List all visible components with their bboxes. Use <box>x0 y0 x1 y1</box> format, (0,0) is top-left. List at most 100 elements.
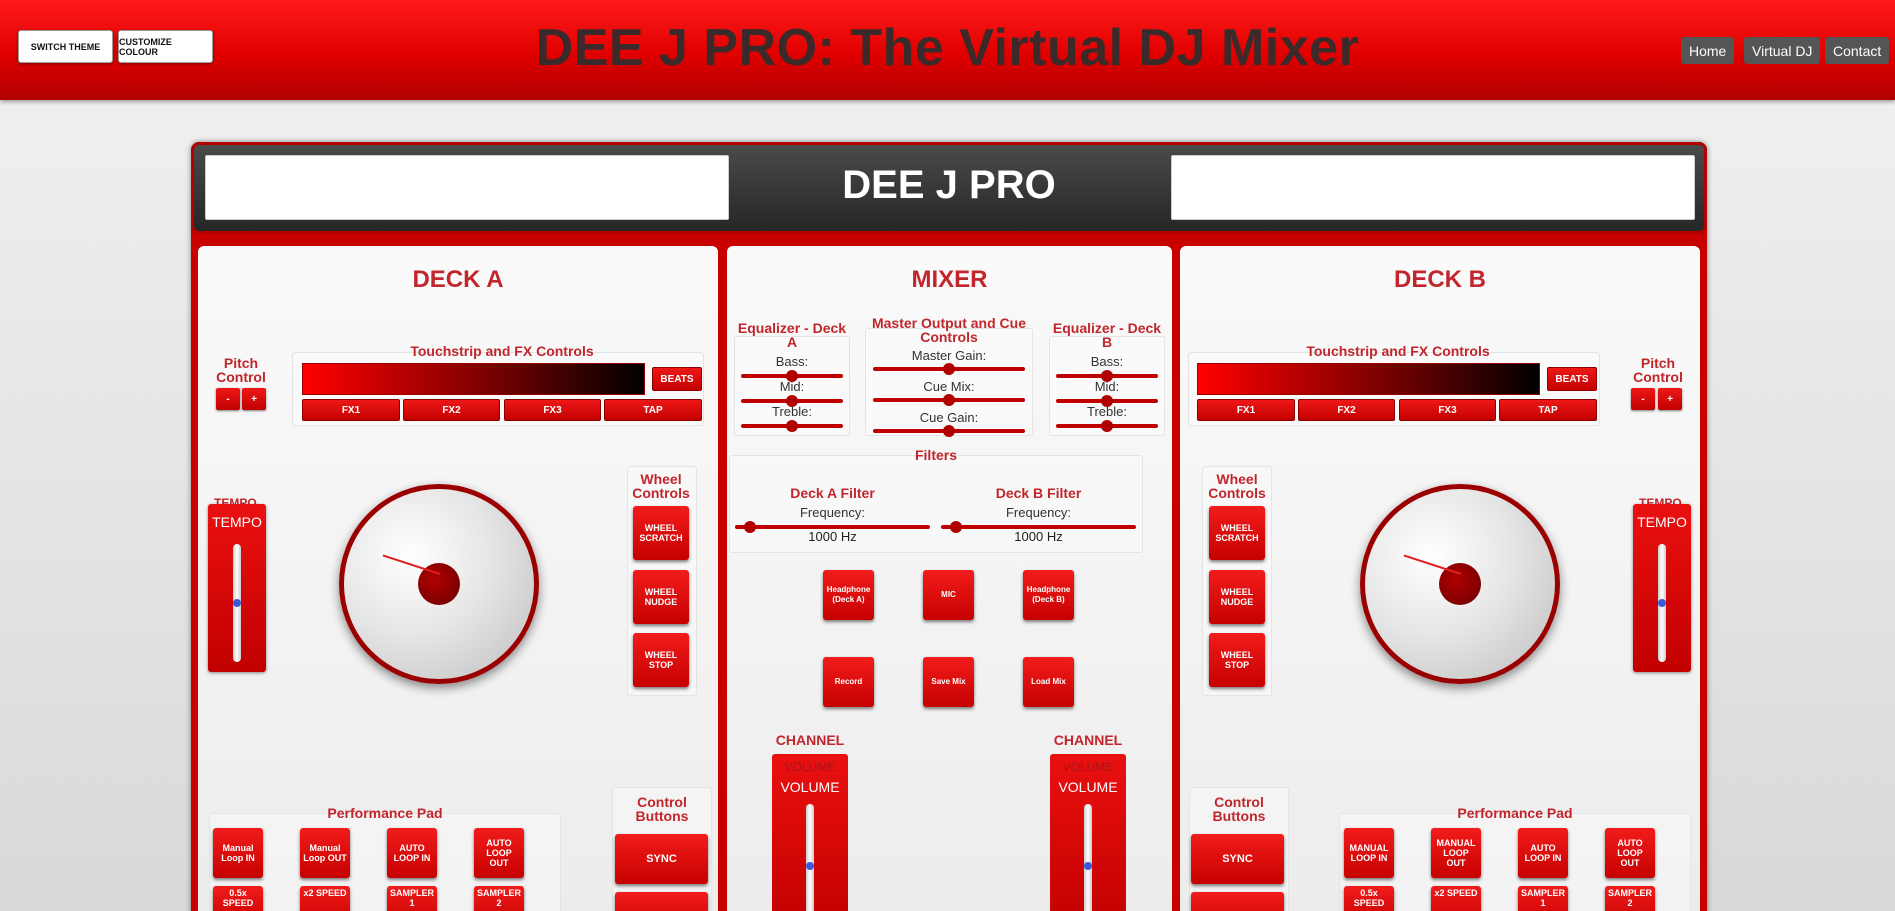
headphone-deck-a-button[interactable]: Headphone (Deck A) <box>823 570 874 620</box>
mixer-title: MIXER <box>911 266 988 293</box>
deck-a-pad-half-speed[interactable]: 0.5x SPEED <box>213 886 263 911</box>
deck-b-pad-auto-loop-in[interactable]: AUTO LOOP IN <box>1518 828 1568 878</box>
deck-b-fx2-button[interactable]: FX2 <box>1298 399 1395 421</box>
deck-a-pad-sampler-2[interactable]: SAMPLER 2 <box>474 886 524 911</box>
eq-b-bass-slider[interactable] <box>1056 370 1158 382</box>
deck-a-tempo-thumb[interactable] <box>233 599 241 607</box>
deck-b-pad-sampler-2[interactable]: SAMPLER 2 <box>1605 886 1655 911</box>
deck-b-wheel-stop-button[interactable]: WHEEL STOP <box>1209 633 1265 687</box>
deck-a-pitch-plus-button[interactable]: + <box>242 388 266 410</box>
deck-b-beats-button[interactable]: BEATS <box>1547 367 1597 391</box>
deck-a-filter-label: Deck A Filter <box>790 485 875 501</box>
master-gain-slider[interactable] <box>873 363 1025 375</box>
deck-b-pad-half-speed[interactable]: 0.5x SPEED <box>1344 886 1394 911</box>
deck-b-filter-label: Deck B Filter <box>995 485 1082 501</box>
filters-label: Filters <box>914 447 957 463</box>
deck-b-control-button-2[interactable] <box>1191 892 1284 911</box>
record-button[interactable]: Record <box>823 657 874 707</box>
eq-b-bass-label: Bass: <box>1090 354 1124 369</box>
deck-a-wheel-scratch-button[interactable]: WHEEL SCRATCH <box>633 506 689 560</box>
eq-b-treble-thumb[interactable] <box>1101 420 1113 432</box>
deck-b-pad-double-speed[interactable]: x2 SPEED <box>1431 886 1481 911</box>
deck-a-tap-button[interactable]: TAP <box>604 399 702 421</box>
deck-a-jog-wheel[interactable] <box>339 484 539 684</box>
cue-gain-label: Cue Gain: <box>919 410 979 425</box>
master-gain-thumb[interactable] <box>943 363 955 375</box>
eq-a-mid-slider[interactable] <box>741 395 843 407</box>
deck-a-wheel-label: Wheel Controls <box>632 471 690 501</box>
nav-contact-link[interactable]: Contact <box>1825 37 1890 64</box>
channel-a-volume-label: VOLUME <box>780 779 840 795</box>
eq-b-treble-slider[interactable] <box>1056 420 1158 432</box>
eq-a-bass-label: Bass: <box>775 354 809 369</box>
deck-a-control-button-2[interactable] <box>615 892 708 911</box>
eq-b-mid-slider[interactable] <box>1056 395 1158 407</box>
deck-b-fx3-button[interactable]: FX3 <box>1399 399 1496 421</box>
deck-a-sync-button[interactable]: SYNC <box>615 834 708 884</box>
cue-mix-thumb[interactable] <box>943 394 955 406</box>
deck-b-jog-wheel[interactable] <box>1360 484 1560 684</box>
cue-gain-slider[interactable] <box>873 425 1025 437</box>
deck-a-touchstrip[interactable] <box>302 363 645 395</box>
channel-a-volume-ghost-label: VOLUME <box>784 760 836 774</box>
deck-a-pad-manual-loop-out[interactable]: Manual Loop OUT <box>300 828 350 878</box>
deck-b-fx1-button[interactable]: FX1 <box>1197 399 1295 421</box>
save-mix-button[interactable]: Save Mix <box>923 657 974 707</box>
deck-b-wheel-scratch-button[interactable]: WHEEL SCRATCH <box>1209 506 1265 560</box>
deck-b-touchstrip[interactable] <box>1197 363 1540 395</box>
deck-b-pad-manual-loop-in[interactable]: MANUAL LOOP IN <box>1344 828 1394 878</box>
cue-gain-thumb[interactable] <box>943 425 955 437</box>
eq-a-bass-slider[interactable] <box>741 370 843 382</box>
nav-virtual-dj-link[interactable]: Virtual DJ <box>1744 37 1821 64</box>
deck-b-filter-value: 1000 Hz <box>1014 529 1063 544</box>
deck-a-pad-manual-loop-in[interactable]: Manual Loop IN <box>213 828 263 878</box>
deck-b-control-label: Control Buttons <box>1212 794 1266 824</box>
deck-a-pad-double-speed[interactable]: x2 SPEED <box>300 886 350 911</box>
channel-a-volume-panel: VOLUME VOLUME <box>772 754 848 911</box>
eq-a-treble-slider[interactable] <box>741 420 843 432</box>
deck-b-pitch-minus-button[interactable]: - <box>1631 388 1655 410</box>
headphone-deck-b-button[interactable]: Headphone (Deck B) <box>1023 570 1074 620</box>
eq-b-label: Equalizer - Deck B <box>1052 320 1162 350</box>
deck-a-pad-auto-loop-out[interactable]: AUTO LOOP OUT <box>474 828 524 878</box>
deck-a-pad-auto-loop-in[interactable]: AUTO LOOP IN <box>387 828 437 878</box>
channel-b-volume-slider[interactable] <box>1084 804 1092 911</box>
deck-a-beats-button[interactable]: BEATS <box>652 367 702 391</box>
eq-b-mid-label: Mid: <box>1094 379 1120 394</box>
deck-b-tap-button[interactable]: TAP <box>1499 399 1597 421</box>
deck-a-wheel-nudge-button[interactable]: WHEEL NUDGE <box>633 570 689 624</box>
channel-b-label: CHANNEL B <box>1053 733 1123 747</box>
deck-a-fx1-button[interactable]: FX1 <box>302 399 400 421</box>
eq-a-treble-thumb[interactable] <box>786 420 798 432</box>
deck-b-sync-button[interactable]: SYNC <box>1191 834 1284 884</box>
deck-a-wheel-stop-button[interactable]: WHEEL STOP <box>633 633 689 687</box>
channel-a-volume-thumb[interactable] <box>806 862 814 870</box>
deck-a-fx3-button[interactable]: FX3 <box>504 399 601 421</box>
deck-a-pad-label: Performance Pad <box>327 805 443 821</box>
deck-b-tempo-label: TEMPO <box>1637 514 1687 530</box>
deck-b-pitch-plus-button[interactable]: + <box>1658 388 1682 410</box>
deck-b-wheel-nudge-button[interactable]: WHEEL NUDGE <box>1209 570 1265 624</box>
channel-a-volume-slider[interactable] <box>806 804 814 911</box>
console-brand: DEE J PRO <box>842 163 1056 207</box>
deck-b-tempo-thumb[interactable] <box>1658 599 1666 607</box>
load-mix-button[interactable]: Load Mix <box>1023 657 1074 707</box>
mic-button[interactable]: MIC <box>923 570 974 620</box>
cue-mix-slider[interactable] <box>873 394 1025 406</box>
deck-a-pitch-minus-button[interactable]: - <box>216 388 240 410</box>
site-title: DEE J PRO: The Virtual DJ Mixer <box>535 19 1360 77</box>
deck-b-pad-auto-loop-out[interactable]: AUTO LOOP OUT <box>1605 828 1655 878</box>
deck-a-pad-sampler-1[interactable]: SAMPLER 1 <box>387 886 437 911</box>
deck-b-wheel-label: Wheel Controls <box>1208 471 1266 501</box>
deck-b-pitch-label: Pitch Control <box>1633 355 1683 385</box>
channel-b-volume-ghost-label: VOLUME <box>1062 760 1114 774</box>
channel-b-volume-label: VOLUME <box>1058 779 1118 795</box>
deck-b-pad-manual-loop-out[interactable]: MANUAL LOOP OUT <box>1431 828 1481 878</box>
nav-home-link[interactable]: Home <box>1681 37 1735 64</box>
deck-a-fx2-button[interactable]: FX2 <box>403 399 500 421</box>
eq-a-treble-label: Treble: <box>772 404 812 419</box>
deck-b-pad-sampler-1[interactable]: SAMPLER 1 <box>1518 886 1568 911</box>
deck-b-tempo-panel: TEMPO <box>1633 504 1691 672</box>
channel-b-volume-thumb[interactable] <box>1084 862 1092 870</box>
master-label: Master Output and Cue Controls <box>871 315 1026 345</box>
